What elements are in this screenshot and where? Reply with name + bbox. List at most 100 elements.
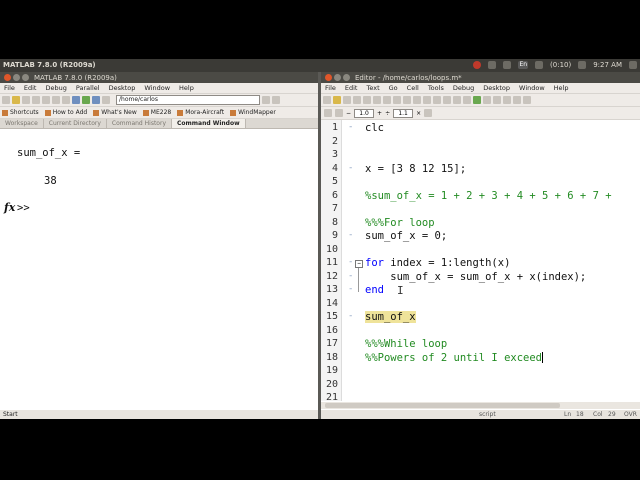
function-browser-icon[interactable]: fx	[4, 201, 15, 214]
undo-icon[interactable]	[52, 96, 60, 104]
minimize-window-icon[interactable]	[13, 74, 20, 81]
code-text: sum_of_x = sum_of_x + x(index);	[365, 270, 587, 283]
menu-help[interactable]: Help	[179, 84, 194, 92]
plus-icon[interactable]: +	[377, 110, 382, 117]
step-out-icon[interactable]	[503, 96, 511, 104]
divide-icon[interactable]: ÷	[385, 110, 390, 117]
editor-horizontal-scrollbar[interactable]	[321, 402, 640, 409]
shortcut-windmapper[interactable]: WindMapper	[230, 109, 276, 116]
cell-increment-input[interactable]: 1.0	[354, 108, 375, 118]
maximize-window-icon[interactable]	[343, 74, 350, 81]
menu-desktop[interactable]: Desktop	[483, 84, 510, 92]
open-file-icon[interactable]	[12, 96, 20, 104]
menu-file[interactable]: File	[4, 84, 15, 92]
simulink-icon[interactable]	[72, 96, 80, 104]
step-icon[interactable]	[483, 96, 491, 104]
power-icon[interactable]	[473, 61, 482, 69]
save-icon[interactable]	[343, 96, 351, 104]
command-window[interactable]: sum_of_x = 38 fx >>	[0, 129, 318, 389]
new-file-icon[interactable]	[2, 96, 10, 104]
menu-file[interactable]: File	[325, 84, 336, 92]
new-file-icon[interactable]	[323, 96, 331, 104]
cell-mode-icon[interactable]	[324, 109, 332, 117]
menu-parallel[interactable]: Parallel	[76, 84, 100, 92]
keyboard-layout-indicator[interactable]: En	[518, 61, 529, 69]
close-window-icon[interactable]	[4, 74, 11, 81]
close-window-icon[interactable]	[325, 74, 332, 81]
eval-cell-icon[interactable]	[335, 109, 343, 117]
guide-icon[interactable]	[82, 96, 90, 104]
menu-desktop[interactable]: Desktop	[109, 84, 136, 92]
print-icon[interactable]	[403, 96, 411, 104]
mail-icon[interactable]	[488, 61, 497, 69]
help-icon[interactable]	[102, 96, 110, 104]
menu-help[interactable]: Help	[554, 84, 569, 92]
shortcut-whats-new[interactable]: What's New	[93, 109, 137, 116]
start-button[interactable]: Start	[3, 411, 18, 418]
editor-window: Editor - /home/carlos/loops.m* File Edit…	[321, 72, 640, 410]
line-indicator: 18	[576, 411, 584, 418]
tab-current-directory[interactable]: Current Directory	[44, 119, 107, 128]
menu-window[interactable]: Window	[144, 84, 170, 92]
back-icon[interactable]	[423, 96, 431, 104]
user-icon[interactable]	[629, 61, 637, 69]
menu-cell[interactable]: Cell	[407, 84, 419, 92]
cut-icon[interactable]	[353, 96, 361, 104]
tab-command-window[interactable]: Command Window	[172, 119, 246, 128]
fold-toggle-icon[interactable]: −	[355, 260, 363, 268]
maximize-window-icon[interactable]	[22, 74, 29, 81]
menu-tools[interactable]: Tools	[428, 84, 444, 92]
clock[interactable]: 9:27 AM	[593, 61, 622, 69]
stack-icon[interactable]	[513, 96, 521, 104]
matlab-status-bar: Start	[0, 410, 318, 419]
network-icon[interactable]	[503, 61, 512, 69]
minus-icon[interactable]: −	[346, 110, 351, 117]
cell-divisor-input[interactable]: 1.1	[393, 108, 414, 118]
menu-edit[interactable]: Edit	[24, 84, 37, 92]
forward-icon[interactable]	[433, 96, 441, 104]
profiler-icon[interactable]	[92, 96, 100, 104]
scrollbar-thumb[interactable]	[325, 403, 560, 408]
current-folder-input[interactable]: /home/carlos	[116, 95, 260, 105]
menu-debug[interactable]: Debug	[45, 84, 66, 92]
code-editor[interactable]: 1 - clc 2 3 4 - x = [3 8 12 15]; 5 6 %su…	[321, 120, 640, 403]
menu-go[interactable]: Go	[389, 84, 398, 92]
battery-status[interactable]: (0:10)	[550, 61, 571, 69]
multiply-icon[interactable]: ×	[416, 110, 421, 117]
layout-icon[interactable]	[523, 96, 531, 104]
paste-icon[interactable]	[373, 96, 381, 104]
browse-folder-icon[interactable]	[262, 96, 270, 104]
matlab-main-window: MATLAB 7.8.0 (R2009a) File Edit Debug Pa…	[0, 72, 318, 410]
menu-edit[interactable]: Edit	[345, 84, 358, 92]
paste-icon[interactable]	[42, 96, 50, 104]
shortcut-mora-aircraft[interactable]: Mora-Aircraft	[177, 109, 224, 116]
volume-icon[interactable]	[535, 61, 544, 69]
menu-window[interactable]: Window	[519, 84, 545, 92]
cut-icon[interactable]	[22, 96, 30, 104]
command-prompt[interactable]: >>	[17, 202, 30, 214]
email-icon[interactable]	[578, 61, 587, 69]
open-file-icon[interactable]	[333, 96, 341, 104]
clear-breakpoints-icon[interactable]	[463, 96, 471, 104]
code-line: 16	[321, 325, 640, 339]
copy-icon[interactable]	[32, 96, 40, 104]
redo-icon[interactable]	[393, 96, 401, 104]
shortcut-me228[interactable]: ME228	[142, 109, 171, 116]
step-in-icon[interactable]	[493, 96, 501, 104]
copy-icon[interactable]	[363, 96, 371, 104]
menu-text[interactable]: Text	[366, 84, 379, 92]
tab-workspace[interactable]: Workspace	[0, 119, 44, 128]
find-icon[interactable]	[413, 96, 421, 104]
tab-command-history[interactable]: Command History	[107, 119, 172, 128]
redo-icon[interactable]	[62, 96, 70, 104]
breakpoint-icon[interactable]	[453, 96, 461, 104]
code-line: 10	[321, 244, 640, 258]
cell-publish-icon[interactable]	[424, 109, 433, 117]
folder-up-icon[interactable]	[272, 96, 280, 104]
minimize-window-icon[interactable]	[334, 74, 341, 81]
menu-debug[interactable]: Debug	[453, 84, 474, 92]
run-icon[interactable]	[473, 96, 481, 104]
shortcut-how-to-add[interactable]: How to Add	[44, 109, 87, 116]
undo-icon[interactable]	[383, 96, 391, 104]
fx-icon[interactable]	[443, 96, 451, 104]
